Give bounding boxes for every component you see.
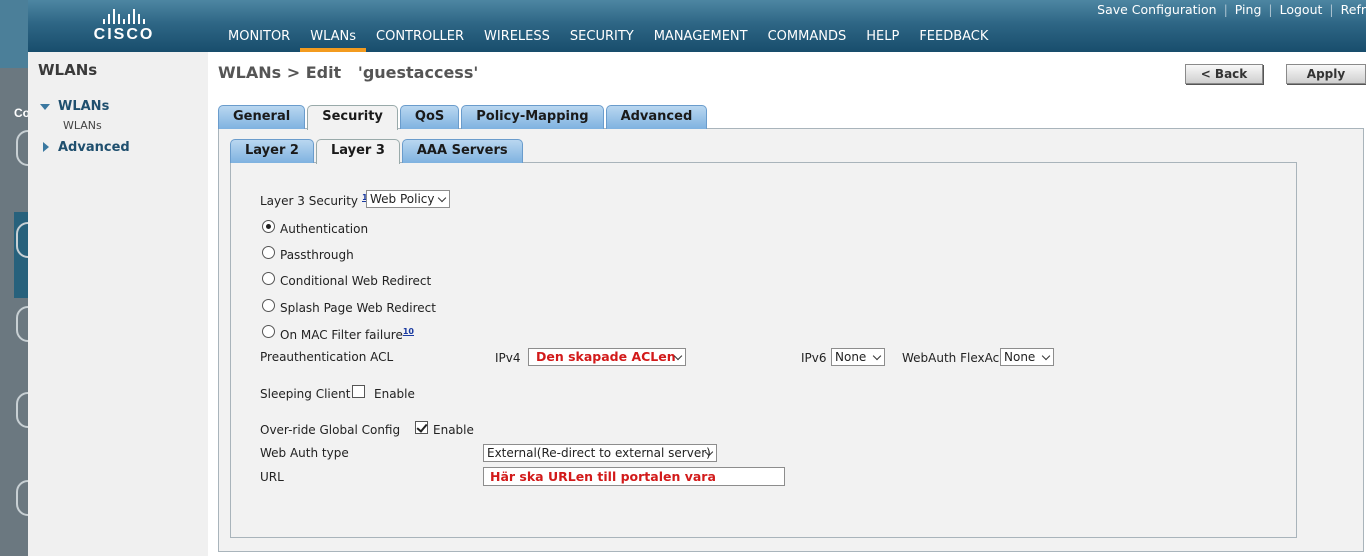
save-configuration-link[interactable]: Save Configuration xyxy=(1090,2,1223,17)
radio-splash-page-web-redirect[interactable] xyxy=(262,299,275,312)
override-global-config-label: Over-ride Global Config xyxy=(260,423,401,437)
ipv4-acl-select[interactable]: Den skapade ACLen xyxy=(528,348,686,366)
nav-controller[interactable]: CONTROLLER xyxy=(366,28,474,52)
background-window-strip: Co xyxy=(0,0,40,556)
sleeping-client-label: Sleeping Client xyxy=(260,387,351,401)
nav-commands[interactable]: COMMANDS xyxy=(758,28,857,52)
nav-monitor[interactable]: MONITOR xyxy=(218,28,300,52)
sleeping-client-checkbox[interactable] xyxy=(352,385,365,398)
nav-security[interactable]: SECURITY xyxy=(560,28,644,52)
radio-conditional-label: Conditional Web Redirect xyxy=(280,274,432,288)
tab-layer3[interactable]: Layer 3 xyxy=(315,139,400,164)
radio-splash-label: Splash Page Web Redirect xyxy=(280,301,436,315)
primary-tabs: General Security QoS Policy-Mapping Adva… xyxy=(218,105,709,130)
l3-security-label: Layer 3 Security 1 xyxy=(260,193,368,208)
apply-button[interactable]: Apply xyxy=(1286,64,1366,84)
web-auth-type-select[interactable]: External(Re-direct to external server) xyxy=(483,444,717,462)
refresh-link[interactable]: Refr xyxy=(1334,2,1366,17)
background-window-band xyxy=(0,0,28,68)
sidebar-item-wlans[interactable]: WLANs xyxy=(63,119,102,132)
l3-security-label-text: Layer 3 Security xyxy=(260,194,358,208)
top-header: CISCO MONITOR WLANs CONTROLLER WIRELESS … xyxy=(28,0,1366,52)
tab-layer2[interactable]: Layer 2 xyxy=(230,139,314,163)
radio-passthrough[interactable] xyxy=(262,246,275,259)
sidebar-title: WLANs xyxy=(38,61,98,79)
override-global-config-checkbox[interactable] xyxy=(415,421,428,434)
utility-links: Save Configuration | Ping | Logout | Ref… xyxy=(1090,2,1366,17)
sleeping-client-enable-label: Enable xyxy=(374,387,415,401)
nav-wlans[interactable]: WLANs xyxy=(300,28,366,52)
ipv6-label: IPv6 xyxy=(801,351,827,365)
l3-security-select[interactable]: Web Policy xyxy=(366,190,450,208)
ping-link[interactable]: Ping xyxy=(1228,2,1269,17)
chevron-down-icon xyxy=(872,351,882,361)
webauth-flexacl-select[interactable]: None xyxy=(1000,348,1054,366)
nav-wireless[interactable]: WIRELESS xyxy=(474,28,560,52)
page-title: WLANs > Edit 'guestaccess' xyxy=(218,63,479,82)
nav-management[interactable]: MANAGEMENT xyxy=(644,28,758,52)
radio-authentication-label: Authentication xyxy=(280,222,369,236)
chevron-down-icon xyxy=(437,193,447,203)
tab-advanced[interactable]: Advanced xyxy=(605,105,708,129)
tab-qos[interactable]: QoS xyxy=(399,105,460,129)
web-auth-type-label: Web Auth type xyxy=(260,446,349,460)
tab-policy-mapping[interactable]: Policy-Mapping xyxy=(461,105,604,129)
ipv4-label: IPv4 xyxy=(495,351,521,365)
radio-mac-filter-label-text: On MAC Filter failure xyxy=(280,328,403,342)
tab-security[interactable]: Security xyxy=(307,105,398,130)
tab-aaa-servers[interactable]: AAA Servers xyxy=(401,139,523,163)
sidebar: WLANs WLANs WLANs Advanced xyxy=(28,52,208,556)
override-enable-label: Enable xyxy=(433,423,474,437)
radio-passthrough-label: Passthrough xyxy=(280,248,354,262)
nav-help[interactable]: HELP xyxy=(856,28,909,52)
expanded-triangle-icon[interactable] xyxy=(40,104,50,110)
nav-feedback[interactable]: FEEDBACK xyxy=(909,28,998,52)
main-content: WLANs > Edit 'guestaccess' < Back Apply … xyxy=(208,52,1366,556)
preauth-acl-label: Preauthentication ACL xyxy=(260,350,394,364)
ipv6-acl-select-value: None xyxy=(835,350,867,364)
cisco-logo-bars-icon xyxy=(88,6,160,24)
url-label: URL xyxy=(260,470,284,484)
webauth-flexacl-select-value: None xyxy=(1004,350,1036,364)
ipv6-acl-select[interactable]: None xyxy=(831,348,885,366)
radio-authentication[interactable] xyxy=(262,220,275,233)
chevron-down-icon xyxy=(1041,351,1051,361)
webauth-flexacl-label: WebAuth FlexAcl xyxy=(902,351,1003,365)
main-nav: MONITOR WLANs CONTROLLER WIRELESS SECURI… xyxy=(218,28,998,52)
secondary-tabs: Layer 2 Layer 3 AAA Servers xyxy=(230,139,525,164)
radio-mac-filter-failure[interactable] xyxy=(262,325,275,338)
l3-security-select-value: Web Policy xyxy=(370,192,435,206)
cisco-logo: CISCO xyxy=(88,6,160,46)
collapsed-triangle-icon[interactable] xyxy=(43,142,49,152)
cisco-logo-text: CISCO xyxy=(93,26,155,43)
sidebar-group-advanced[interactable]: Advanced xyxy=(58,140,130,155)
sidebar-group-wlans[interactable]: WLANs xyxy=(58,99,109,114)
url-input[interactable]: Här ska URLen till portalen vara xyxy=(483,467,785,486)
tab-general[interactable]: General xyxy=(218,105,306,129)
logout-link[interactable]: Logout xyxy=(1273,2,1330,17)
ipv4-acl-select-value: Den skapade ACLen xyxy=(536,349,676,364)
web-auth-type-select-value: External(Re-direct to external server) xyxy=(487,446,711,460)
mac-filter-footnote-link[interactable]: 10 xyxy=(403,327,414,336)
radio-mac-filter-label: On MAC Filter failure10 xyxy=(280,327,414,342)
radio-conditional-web-redirect[interactable] xyxy=(262,272,275,285)
back-button[interactable]: < Back xyxy=(1185,64,1263,84)
